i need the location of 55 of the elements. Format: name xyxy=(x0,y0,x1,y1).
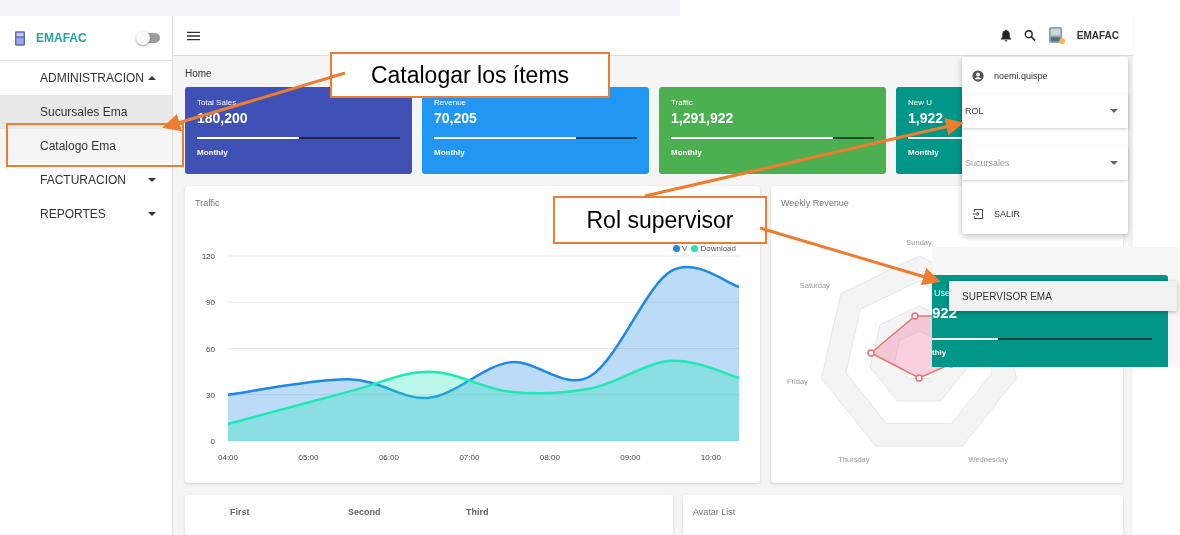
calculator-icon xyxy=(15,30,25,46)
axis-tick-label: 60 xyxy=(206,344,215,354)
logout-item[interactable]: SALIR xyxy=(962,194,1128,234)
menu-icon[interactable] xyxy=(187,30,200,41)
bell-icon[interactable] xyxy=(999,29,1012,42)
computer-avatar-icon[interactable] xyxy=(1047,26,1065,45)
stat-title: Revenue xyxy=(434,98,467,107)
stat-title: Use xyxy=(934,288,950,298)
stat-value: 70,205 xyxy=(434,110,477,126)
card-title: Avatar List xyxy=(693,507,736,517)
axis-tick-label: 120 xyxy=(201,252,215,261)
user-name[interactable]: EMAFAC xyxy=(1076,30,1119,41)
axis-tick-label: 09:00 xyxy=(620,453,641,462)
column-header: First xyxy=(230,507,251,519)
legend-item[interactable]: V xyxy=(673,244,688,253)
stat-footer: Monthly xyxy=(908,148,939,157)
annotation-callout: Catalogar los ítems xyxy=(330,52,610,98)
axis-tick-label: 10:00 xyxy=(700,453,721,462)
column-header: Second xyxy=(348,507,382,519)
menu-item[interactable]: ADMINISTRACION xyxy=(0,61,172,95)
axis-tick-label: 30 xyxy=(206,390,215,400)
axis-tick-label: 04:00 xyxy=(218,453,238,462)
menu-item[interactable]: REPORTES xyxy=(0,197,172,231)
axis-tick-label: 90 xyxy=(206,298,215,308)
select-field[interactable]: ROL xyxy=(962,94,1128,128)
stat-title: Total Sales xyxy=(197,98,237,107)
axis-tick-label: 0 xyxy=(210,437,215,446)
axis-tick-label: 05:00 xyxy=(298,453,319,462)
stat-title: New U xyxy=(908,98,932,107)
legend-item[interactable]: Download xyxy=(691,244,736,253)
logout-icon xyxy=(972,208,984,220)
menu-item[interactable]: FACTURACION xyxy=(0,163,172,197)
brand-name: EMAFAC xyxy=(36,31,88,45)
card-title: Weekly Revenue xyxy=(781,198,849,208)
dropdown-option[interactable]: SUPERVISOR EMA xyxy=(949,281,1177,311)
stat-footer: Monthly xyxy=(197,148,228,157)
account-circle-icon xyxy=(972,69,984,82)
stat-footer: Monthly xyxy=(434,148,465,157)
column-header: Third xyxy=(466,507,490,519)
toggle-switch[interactable] xyxy=(138,33,160,43)
username: noemi.quispe xyxy=(994,70,1048,81)
search-icon[interactable] xyxy=(1023,29,1036,42)
stat-footer: Monthly xyxy=(671,148,702,157)
axis-tick-label: 08:00 xyxy=(539,453,560,462)
stat-title: Traffic xyxy=(671,98,693,107)
axis-tick-label: 07:00 xyxy=(459,453,480,462)
axis-tick-label: 06:00 xyxy=(378,453,399,462)
submenu-item[interactable]: Sucursales Ema xyxy=(0,95,172,129)
stat-value: 1,291,922 xyxy=(671,110,734,126)
radar-point xyxy=(911,312,919,320)
stat-footer: thly xyxy=(932,348,947,357)
stat-value: 1,922 xyxy=(908,110,944,126)
card-title: Traffic xyxy=(195,198,220,208)
annotation-callout: Rol supervisor xyxy=(553,196,767,244)
submenu-item[interactable]: Catalogo Ema xyxy=(0,129,172,163)
